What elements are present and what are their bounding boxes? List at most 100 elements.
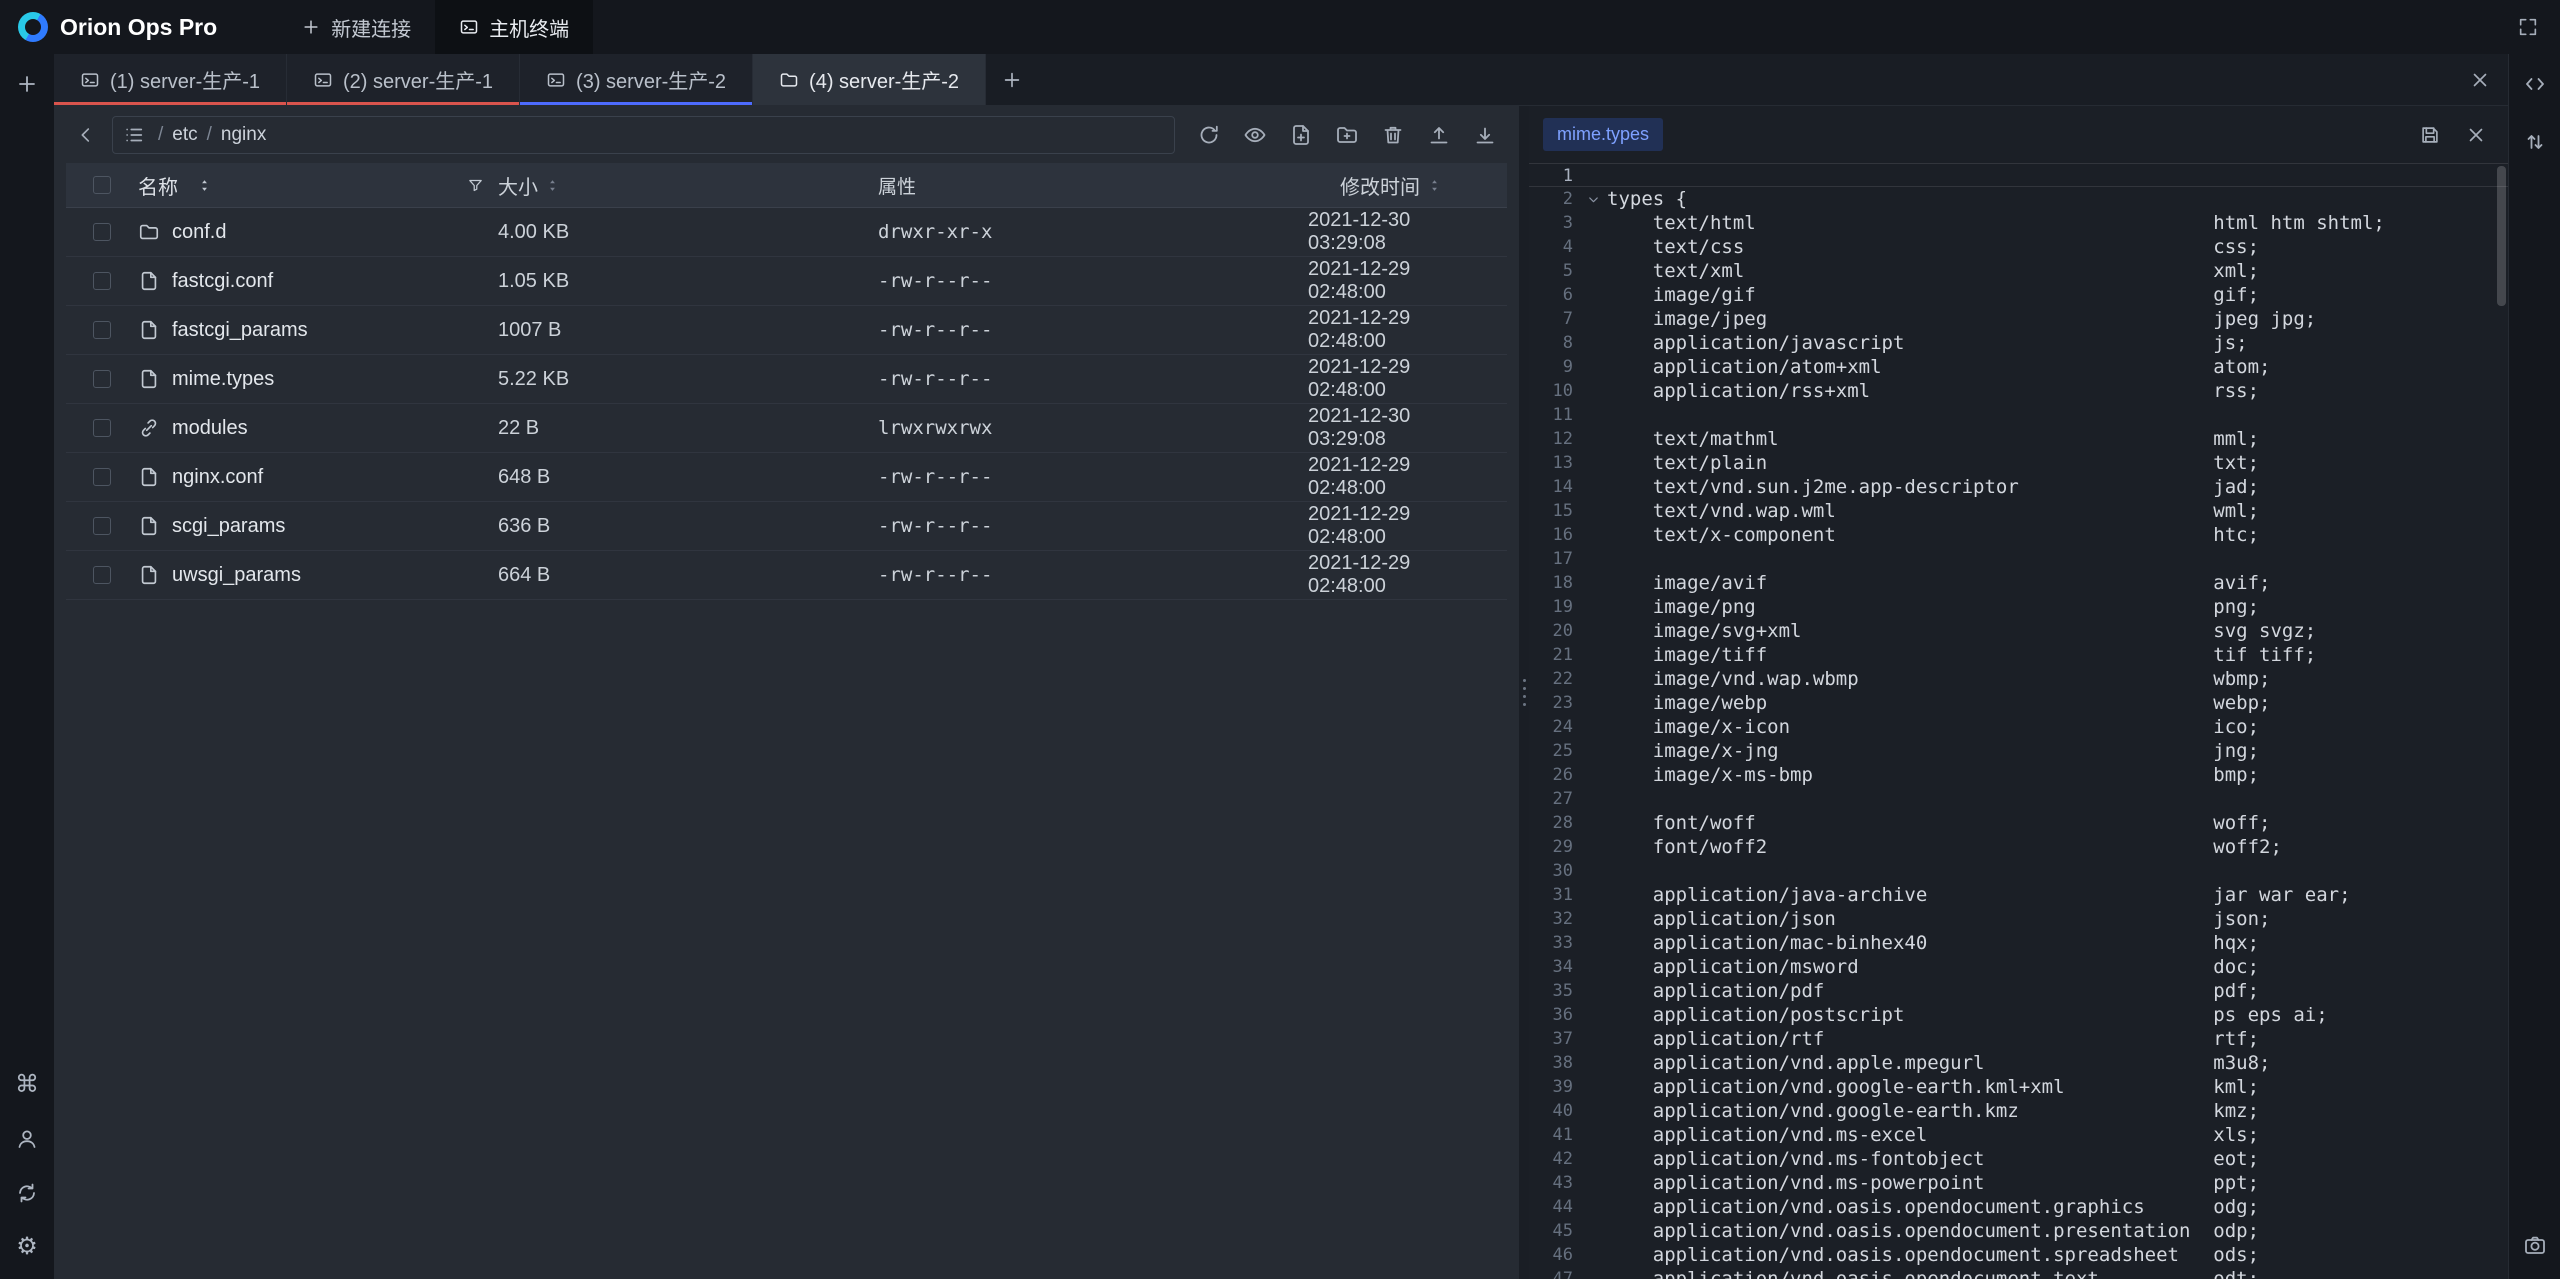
line-number: 20 — [1529, 619, 1579, 643]
sidebar-sync-button[interactable] — [9, 1175, 45, 1211]
close-icon — [2465, 124, 2487, 146]
row-checkbox[interactable] — [93, 468, 111, 486]
download-button[interactable] — [1469, 119, 1501, 151]
sidebar-command-button[interactable]: ⌘ — [9, 1067, 45, 1103]
code-text: text/vnd.sun.j2me.app-descriptor jad; — [1607, 475, 2259, 499]
session-tab-2[interactable]: (2) server-生产-1 — [287, 54, 520, 105]
line-number: 18 — [1529, 571, 1579, 595]
file-row[interactable]: nginx.conf648 B-rw-r--r--2021-12-29 02:4… — [66, 453, 1507, 502]
row-checkbox[interactable] — [93, 370, 111, 388]
code-line: 37 application/rtf rtf; — [1529, 1027, 2508, 1051]
file-row[interactable]: mime.types5.22 KB-rw-r--r--2021-12-29 02… — [66, 355, 1507, 404]
plus-icon — [1001, 69, 1023, 91]
code-text: application/rss+xml rss; — [1607, 379, 2259, 403]
code-editor[interactable]: 12types {3 text/html html htm shtml;4 te… — [1529, 163, 2508, 1279]
fold-gutter — [1579, 1267, 1607, 1279]
code-text: image/vnd.wap.wbmp wbmp; — [1607, 667, 2270, 691]
file-attr-cell: -rw-r--r-- — [878, 368, 1308, 390]
close-editor-button[interactable] — [2458, 117, 2494, 153]
panel-splitter[interactable] — [1519, 106, 1529, 1279]
upload-button[interactable] — [1423, 119, 1455, 151]
line-number: 6 — [1529, 283, 1579, 307]
file-row[interactable]: scgi_params636 B-rw-r--r--2021-12-29 02:… — [66, 502, 1507, 551]
sidebar-user-button[interactable] — [9, 1121, 45, 1157]
editor-scrollbar-thumb[interactable] — [2497, 166, 2506, 306]
command-icon: ⌘ — [15, 1073, 39, 1097]
fold-gutter — [1579, 1123, 1607, 1147]
file-row[interactable]: conf.d4.00 KBdrwxr-xr-x2021-12-30 03:29:… — [66, 208, 1507, 257]
tabbar-right — [2462, 54, 2508, 105]
row-checkbox[interactable] — [93, 517, 111, 535]
file-size-cell: 4.00 KB — [498, 221, 878, 244]
row-checkbox-cell — [66, 419, 138, 437]
topnav-new-connection[interactable]: 新建连接 — [277, 0, 435, 54]
code-line: 6 image/gif gif; — [1529, 283, 2508, 307]
save-file-button[interactable] — [2412, 117, 2448, 153]
refresh-button[interactable] — [1193, 119, 1225, 151]
line-number: 23 — [1529, 691, 1579, 715]
line-number: 21 — [1529, 643, 1579, 667]
file-attr-cell: -rw-r--r-- — [878, 270, 1308, 292]
code-text: application/vnd.ms-powerpoint ppt; — [1607, 1171, 2259, 1195]
line-number: 8 — [1529, 331, 1579, 355]
line-number: 29 — [1529, 835, 1579, 859]
column-header-size[interactable]: 大小 — [498, 171, 878, 200]
file-name: uwsgi_params — [172, 564, 301, 587]
code-line: 35 application/pdf pdf; — [1529, 979, 2508, 1003]
delete-button[interactable] — [1377, 119, 1409, 151]
session-tab-4[interactable]: (4) server-生产-2 — [753, 54, 986, 105]
file-mtime-cell: 2021-12-29 02:48:00 — [1308, 503, 1507, 549]
breadcrumb-segment[interactable]: nginx — [221, 124, 266, 146]
row-checkbox-cell — [66, 517, 138, 535]
code-line: 20 image/svg+xml svg svgz; — [1529, 619, 2508, 643]
topnav-host-terminal[interactable]: 主机终端 — [435, 0, 593, 54]
column-header-attr[interactable]: 属性 — [878, 172, 1308, 199]
row-checkbox[interactable] — [93, 419, 111, 437]
session-tab-1[interactable]: (1) server-生产-1 — [54, 54, 287, 105]
close-terminal-button[interactable] — [2462, 62, 2498, 98]
file-row[interactable]: fastcgi_params1007 B-rw-r--r--2021-12-29… — [66, 306, 1507, 355]
code-text: image/x-icon ico; — [1607, 715, 2259, 739]
sort-lines-button[interactable] — [2517, 124, 2553, 160]
file-row[interactable]: fastcgi.conf1.05 KB-rw-r--r--2021-12-29 … — [66, 257, 1507, 306]
row-checkbox[interactable] — [93, 566, 111, 584]
back-button[interactable] — [68, 117, 104, 153]
toggle-hidden-button[interactable] — [1239, 119, 1271, 151]
path-list-button[interactable] — [119, 120, 149, 150]
file-attr-cell: drwxr-xr-x — [878, 221, 1308, 243]
sorter-icon — [544, 177, 561, 194]
file-row[interactable]: uwsgi_params664 B-rw-r--r--2021-12-29 02… — [66, 551, 1507, 600]
row-checkbox[interactable] — [93, 223, 111, 241]
fullscreen-button[interactable] — [2510, 9, 2546, 45]
new-tab-button[interactable] — [986, 54, 1038, 105]
sidebar-settings-button[interactable]: ⚙ — [9, 1229, 45, 1265]
line-number: 1 — [1529, 164, 1579, 186]
code-view-button[interactable] — [2517, 66, 2553, 102]
plus-icon — [15, 72, 39, 96]
breadcrumb-segment[interactable]: etc — [172, 124, 197, 146]
line-number: 32 — [1529, 907, 1579, 931]
select-all-checkbox[interactable] — [93, 176, 111, 194]
screenshot-button[interactable] — [2517, 1227, 2553, 1263]
session-tab-3[interactable]: (3) server-生产-2 — [520, 54, 753, 105]
fold-toggle[interactable] — [1579, 187, 1607, 211]
new-file-button[interactable] — [1285, 119, 1317, 151]
funnel-icon — [467, 177, 484, 194]
column-header-name[interactable]: 名称 — [138, 171, 498, 200]
column-header-mtime[interactable]: 修改时间 — [1308, 171, 1507, 200]
app-logo-icon — [18, 12, 48, 42]
session-tabs: (1) server-生产-1(2) server-生产-1(3) server… — [54, 54, 986, 105]
file-row[interactable]: modules22 Blrwxrwxrwx2021-12-30 03:29:08 — [66, 404, 1507, 453]
sidebar-add-button[interactable] — [9, 66, 45, 102]
code-line: 24 image/x-icon ico; — [1529, 715, 2508, 739]
file-name-cell: mime.types — [138, 368, 498, 391]
row-checkbox[interactable] — [93, 272, 111, 290]
new-folder-button[interactable] — [1331, 119, 1363, 151]
file-name-cell: conf.d — [138, 221, 498, 244]
line-number: 5 — [1529, 259, 1579, 283]
row-checkbox[interactable] — [93, 321, 111, 339]
breadcrumb: /etc/nginx — [112, 116, 1175, 154]
editor-file-tab[interactable]: mime.types — [1543, 118, 1663, 151]
code-line: 2types { — [1529, 187, 2508, 211]
code-text: image/jpeg jpeg jpg; — [1607, 307, 2316, 331]
